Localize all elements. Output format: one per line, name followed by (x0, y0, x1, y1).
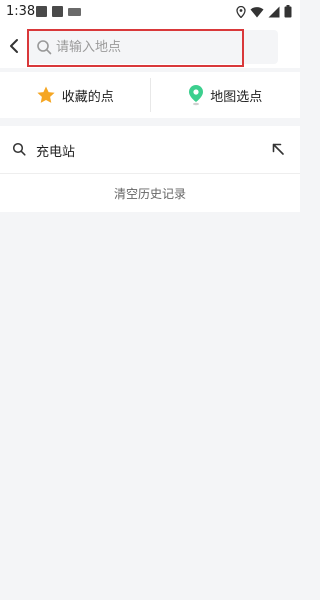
clear-history-button[interactable]: 清空历史记录 (0, 174, 300, 212)
back-icon[interactable] (6, 36, 24, 56)
status-notifications (36, 6, 81, 17)
wifi-icon (250, 6, 264, 17)
status-time: 1:38 (6, 4, 36, 19)
status-system-icons (236, 5, 292, 18)
quick-actions: 收藏的点 地图选点 (0, 72, 300, 118)
map-pin-icon (189, 85, 204, 106)
text-a-icon (52, 6, 63, 17)
location-icon (236, 5, 246, 18)
status-bar: 1:38 (0, 0, 300, 26)
map-pick-label: 地图选点 (210, 89, 263, 105)
history-item-label: 充电站 (36, 145, 76, 160)
search-icon (37, 40, 52, 55)
favorites-button[interactable]: 收藏的点 (0, 72, 150, 118)
keyboard-icon (68, 8, 81, 16)
favorites-label: 收藏的点 (61, 89, 114, 105)
search-header (0, 26, 300, 68)
image-icon (36, 6, 47, 17)
map-pick-button[interactable]: 地图选点 (151, 72, 301, 118)
list-item[interactable]: 充电站 (0, 126, 300, 174)
search-input[interactable] (56, 36, 256, 58)
search-box[interactable] (28, 30, 278, 64)
battery-icon (284, 5, 292, 18)
arrow-up-left-icon[interactable] (270, 141, 286, 157)
signal-icon (268, 6, 280, 17)
history-list: 充电站 清空历史记录 (0, 126, 300, 212)
search-icon (12, 142, 26, 156)
star-icon (37, 86, 55, 103)
